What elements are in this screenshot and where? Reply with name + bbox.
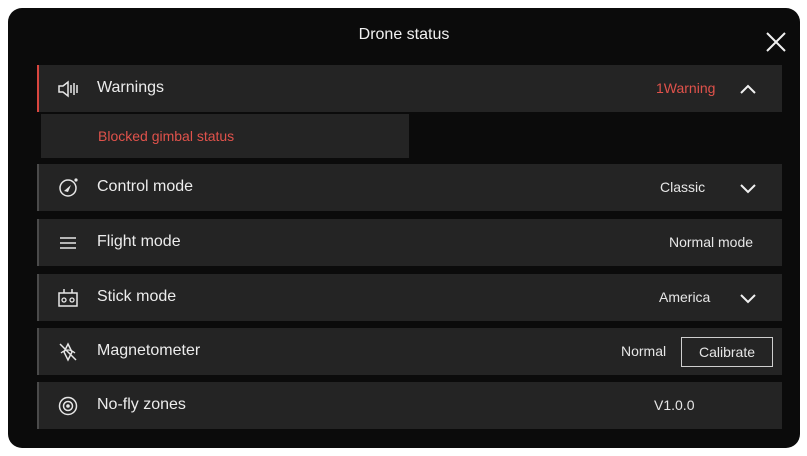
no-fly-zones-version: V1.0.0 — [654, 397, 695, 413]
warnings-row[interactable]: Warnings 1Warning — [37, 65, 782, 112]
warnings-label: Warnings — [97, 79, 164, 96]
close-icon[interactable] — [764, 30, 788, 54]
calibrate-button[interactable]: Calibrate — [681, 337, 773, 367]
stick-mode-label: Stick mode — [97, 288, 177, 305]
no-fly-zones-label: No-fly zones — [97, 396, 186, 413]
warning-count: 1Warning — [656, 80, 716, 96]
magnetometer-icon — [59, 342, 77, 362]
page-title: Drone status — [358, 26, 450, 43]
flight-mode-label: Flight mode — [97, 233, 181, 250]
magnetometer-status: Normal — [621, 343, 667, 359]
magnetometer-label: Magnetometer — [97, 342, 201, 359]
stick-mode-row[interactable]: Stick mode America — [37, 274, 782, 321]
control-mode-icon — [59, 178, 78, 197]
target-circle-icon — [58, 396, 78, 416]
warning-item: Blocked gimbal status — [41, 114, 409, 158]
control-mode-row[interactable]: Control mode Classic — [37, 164, 782, 211]
magnetometer-row[interactable]: Magnetometer Normal Calibrate — [37, 328, 782, 375]
stick-mode-value: America — [659, 289, 711, 305]
chevron-down-icon[interactable] — [739, 289, 757, 307]
speaker-icon — [58, 80, 78, 98]
control-mode-label: Control mode — [97, 178, 194, 195]
remote-controller-icon — [58, 289, 78, 307]
menu-lines-icon — [60, 237, 76, 249]
chevron-up-icon[interactable] — [739, 80, 757, 98]
control-mode-value: Classic — [660, 179, 706, 195]
chevron-down-icon[interactable] — [739, 179, 757, 197]
flight-mode-row[interactable]: Flight mode Normal mode — [37, 219, 782, 266]
drone-status-panel: Drone status Warnings 1Warning Blocked g… — [8, 8, 800, 448]
flight-mode-value: Normal mode — [669, 234, 754, 250]
warning-item-text: Blocked gimbal status — [98, 128, 235, 144]
no-fly-zones-row[interactable]: No-fly zones V1.0.0 — [37, 382, 782, 429]
